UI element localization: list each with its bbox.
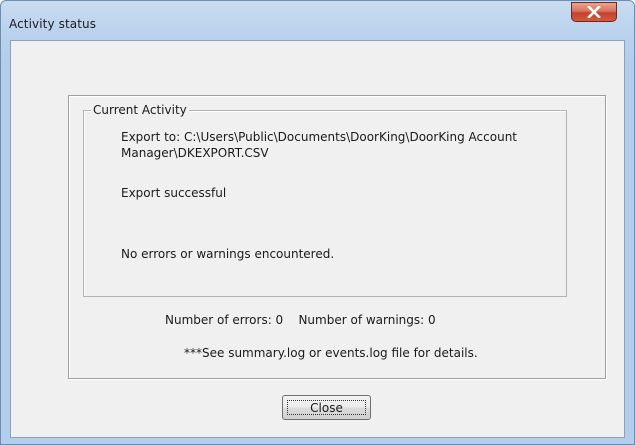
log-file-note: ***See summary.log or events.log file fo…	[184, 346, 478, 360]
error-warning-counts: Number of errors: 0 Number of warnings: …	[165, 313, 436, 327]
activity-status-window: Activity status Current Activity Export …	[0, 0, 635, 445]
close-x-icon	[587, 6, 601, 18]
close-button[interactable]: Close	[282, 395, 371, 420]
current-activity-label: Current Activity	[91, 103, 189, 117]
window-title: Activity status	[9, 17, 97, 31]
window-close-button[interactable]	[571, 2, 617, 22]
close-button-label: Close	[310, 400, 343, 415]
export-path-line2: Manager\DKEXPORT.CSV	[121, 146, 269, 160]
errors-message-text: No errors or warnings encountered.	[121, 247, 335, 261]
export-path-line1: Export to: C:\Users\Public\Documents\Doo…	[121, 130, 518, 144]
title-bar[interactable]: Activity status	[1, 1, 634, 41]
export-status-text: Export successful	[121, 186, 227, 200]
dialog-client-area: Current Activity Export to: C:\Users\Pub…	[10, 40, 625, 438]
